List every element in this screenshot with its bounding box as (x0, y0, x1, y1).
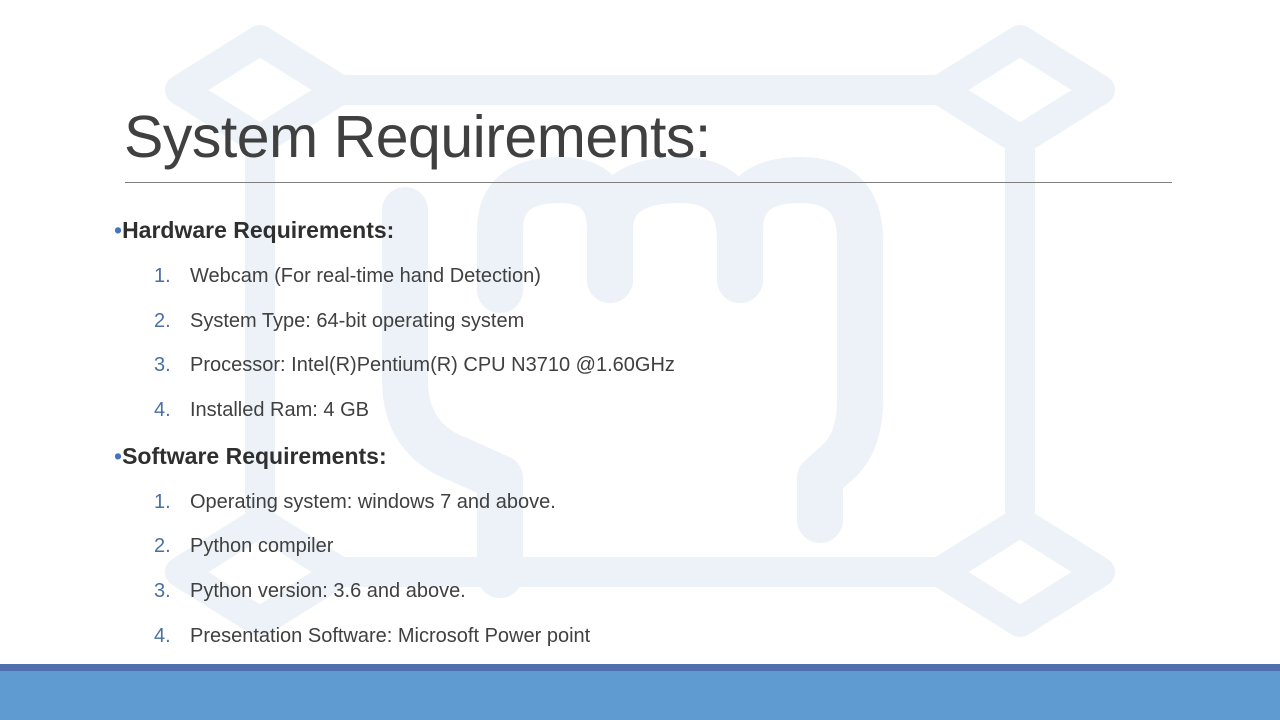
list-item: 2. Python compiler (154, 536, 333, 556)
bullet-icon: • (114, 217, 123, 243)
list-item: 3. Python version: 3.6 and above. (154, 581, 466, 601)
list-item: 4. Installed Ram: 4 GB (154, 400, 369, 420)
list-item-number: 1. (154, 491, 171, 513)
list-item-number: 3. (154, 354, 171, 376)
list-item: 4. Presentation Software: Microsoft Power… (154, 626, 590, 646)
section-heading-text: Software Requirements: (122, 443, 387, 469)
bullet-icon: • (114, 443, 123, 469)
list-item-number: 2. (154, 535, 171, 557)
slide: System Requirements: •Hardware Requireme… (0, 0, 1280, 720)
list-item-text: Webcam (For real-time hand Detection) (190, 265, 541, 287)
list-item: 1. Operating system: windows 7 and above. (154, 492, 556, 512)
list-item-text: Python compiler (190, 535, 334, 557)
footer-accent-line (0, 664, 1280, 671)
list-item-text: Presentation Software: Microsoft Power p… (190, 625, 591, 647)
list-item-number: 3. (154, 580, 171, 602)
list-item-text: Installed Ram: 4 GB (190, 399, 369, 421)
list-item: 3. Processor: Intel(R)Pentium(R) CPU N371… (154, 355, 675, 375)
list-item-text: System Type: 64-bit operating system (190, 310, 525, 332)
footer-band (0, 664, 1280, 720)
list-item-text: Python version: 3.6 and above. (190, 580, 466, 602)
list-item: 1. Webcam (For real-time hand Detection) (154, 266, 541, 286)
section-heading-software: •Software Requirements: (114, 445, 387, 468)
slide-title: System Requirements: (124, 104, 711, 170)
list-item-number: 2. (154, 310, 171, 332)
title-divider (125, 182, 1172, 183)
section-heading-text: Hardware Requirements: (122, 217, 395, 243)
list-item-number: 4. (154, 399, 171, 421)
list-item-text: Operating system: windows 7 and above. (190, 491, 556, 513)
list-item: 2. System Type: 64-bit operating system (154, 311, 524, 331)
section-heading-hardware: •Hardware Requirements: (114, 219, 394, 242)
list-item-number: 4. (154, 625, 171, 647)
list-item-number: 1. (154, 265, 171, 287)
list-item-text: Processor: Intel(R)Pentium(R) CPU N3710 … (190, 354, 675, 376)
